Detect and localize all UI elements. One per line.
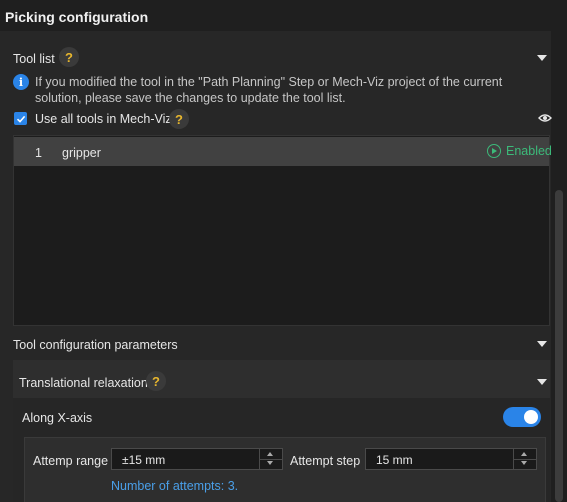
use-all-tools-label: Use all tools in Mech-Viz (35, 112, 172, 126)
tool-list-info-text: If you modified the tool in the "Path Pl… (35, 75, 503, 105)
info-icon: i (13, 74, 29, 90)
tool-row-index: 1 (35, 146, 42, 160)
use-all-tools-checkbox[interactable] (14, 112, 27, 125)
attempt-step-value: 15 mm (376, 453, 413, 467)
attempt-range-stepper[interactable] (259, 449, 282, 469)
toggle-knob (524, 410, 538, 424)
along-x-axis-label: Along X-axis (22, 411, 93, 425)
translational-relaxation-collapse-icon[interactable] (537, 379, 547, 385)
eye-icon[interactable] (538, 113, 552, 123)
tool-config-collapse-icon[interactable] (537, 341, 547, 347)
attempt-range-input[interactable]: ±15 mm (111, 448, 283, 470)
stepper-up-icon[interactable] (267, 452, 273, 456)
check-icon (16, 115, 25, 123)
attempt-range-value: ±15 mm (122, 453, 166, 467)
tool-list-collapse-icon[interactable] (537, 55, 547, 61)
tool-row-status: Enabled (487, 144, 552, 158)
translational-relaxation-help-icon[interactable]: ? (146, 371, 166, 391)
attempts-note: Number of attempts: 3. (111, 479, 239, 493)
translational-relaxation-title: Translational relaxation (19, 376, 148, 390)
tool-row-status-label: Enabled (506, 144, 552, 158)
page-title: Picking configuration (5, 9, 149, 25)
stepper-down-icon[interactable] (267, 461, 273, 465)
stepper-down-icon[interactable] (521, 461, 527, 465)
attempt-step-stepper[interactable] (513, 449, 536, 469)
tool-row-name: gripper (62, 146, 101, 160)
tool-config-title: Tool configuration parameters (13, 338, 178, 352)
enabled-play-icon (487, 144, 501, 158)
attempt-step-input[interactable]: 15 mm (365, 448, 537, 470)
tool-list-help-icon[interactable]: ? (59, 47, 79, 67)
use-all-tools-help-icon[interactable]: ? (169, 109, 189, 129)
attempt-range-label: Attemp range (33, 454, 109, 468)
along-x-axis-toggle[interactable] (503, 407, 541, 427)
scrollbar-thumb[interactable] (555, 190, 563, 502)
stepper-up-icon[interactable] (521, 452, 527, 456)
tool-list-title: Tool list (13, 52, 55, 66)
attempt-step-label: Attempt step (290, 454, 361, 468)
